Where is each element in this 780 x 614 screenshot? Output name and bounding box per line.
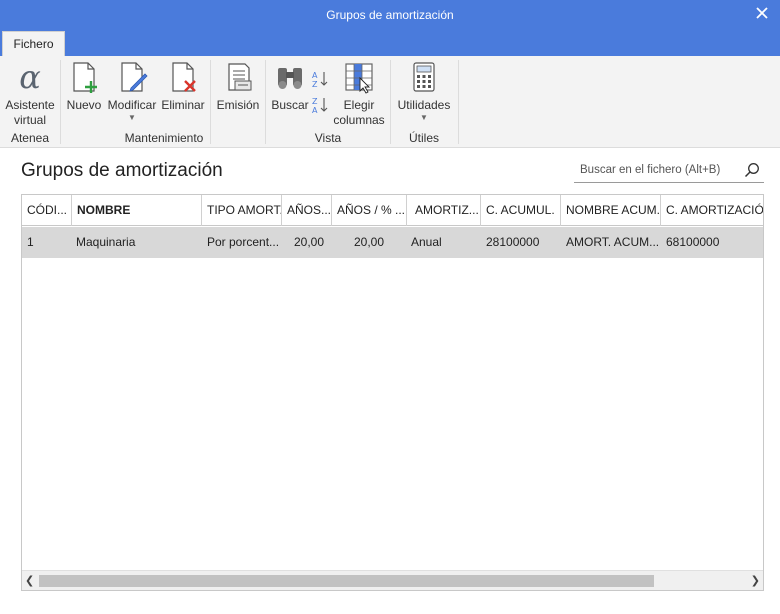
elegir-label-2: columnas [333, 113, 385, 127]
column-header-nombre[interactable]: NOMBRE [72, 195, 202, 226]
svg-text:Z: Z [312, 97, 318, 106]
group-label-atenea: Atenea [10, 131, 50, 145]
cell-nombre-acum: AMORT. ACUM... [566, 235, 660, 249]
ribbon: α Asistente virtual Atenea Nuevo Modific… [0, 56, 780, 148]
ribbon-separator [390, 60, 391, 144]
svg-text:A: A [312, 106, 318, 114]
close-icon[interactable] [754, 5, 770, 21]
modificar-label: Modificar [107, 98, 157, 112]
group-label-vista: Vista [314, 131, 342, 145]
group-label-mantenimiento: Mantenimiento [124, 131, 204, 145]
column-header-codigo[interactable]: CÓDI... [22, 195, 72, 226]
asistente-label-1: Asistente [5, 98, 55, 112]
asistente-virtual-button[interactable]: α Asistente virtual [4, 60, 56, 128]
nuevo-button[interactable]: Nuevo [66, 60, 102, 113]
chevron-down-icon: ▼ [420, 113, 428, 122]
emision-button[interactable]: Emisión [216, 60, 260, 113]
sort-descending-icon[interactable]: Z A [312, 96, 328, 114]
column-header-tipo-amort[interactable]: TIPO AMORT. [202, 195, 282, 226]
horizontal-scrollbar[interactable]: ❮ ❯ [22, 570, 763, 590]
buscar-button[interactable]: Buscar [270, 60, 310, 113]
data-grid: CÓDI... NOMBRE TIPO AMORT. AÑOS... AÑOS … [21, 194, 764, 591]
column-header-c-acumul[interactable]: C. ACUMUL. [481, 195, 561, 226]
svg-text:A: A [312, 71, 318, 80]
group-label-utiles: Útiles [408, 131, 439, 145]
ribbon-separator [60, 60, 61, 144]
tab-fichero[interactable]: Fichero [2, 31, 65, 56]
cell-anos: 20,00 [293, 235, 324, 249]
calculator-icon [413, 62, 435, 92]
grid-header: CÓDI... NOMBRE TIPO AMORT. AÑOS... AÑOS … [22, 195, 763, 226]
columns-icon [345, 63, 373, 94]
chevron-down-icon: ▼ [128, 113, 136, 122]
cell-tipo-amort: Por porcent... [207, 235, 280, 249]
modificar-button[interactable]: Modificar ▼ [106, 60, 158, 123]
sort-ascending-icon[interactable]: A Z [312, 70, 328, 88]
cell-nombre: Maquinaria [76, 235, 136, 249]
cell-anos-porcentaje: 20,00 [353, 235, 384, 249]
report-icon [228, 63, 252, 91]
eliminar-button[interactable]: Eliminar [161, 60, 205, 113]
delete-document-icon [172, 62, 196, 92]
utilidades-label: Utilidades [397, 98, 451, 112]
edit-document-icon [121, 62, 148, 92]
column-header-amortizacion[interactable]: AMORTIZ... [407, 195, 481, 226]
utilidades-button[interactable]: Utilidades ▼ [396, 60, 452, 123]
window-title: Grupos de amortización [326, 8, 454, 22]
asistente-label-2: virtual [13, 113, 46, 127]
page-title: Grupos de amortización [21, 160, 223, 181]
elegir-label-1: Elegir [343, 98, 375, 112]
scroll-left-icon[interactable]: ❮ [25, 574, 37, 588]
nuevo-label: Nuevo [66, 98, 102, 112]
search-icon[interactable] [744, 162, 760, 178]
alpha-icon: α [19, 60, 41, 94]
cell-amortizacion: Anual [411, 235, 442, 249]
column-header-nombre-acum[interactable]: NOMBRE ACUM. [561, 195, 661, 226]
svg-text:Z: Z [312, 80, 318, 88]
search-box [574, 158, 764, 183]
ribbon-separator [265, 60, 266, 144]
svg-text:α: α [19, 60, 41, 94]
cell-codigo: 1 [27, 235, 34, 249]
column-header-c-amortizacion[interactable]: C. AMORTIZACIÓN [661, 195, 763, 226]
window-titlebar: Grupos de amortización [0, 0, 780, 31]
column-header-anos-porcentaje[interactable]: AÑOS / % ... [332, 195, 407, 226]
scroll-right-icon[interactable]: ❯ [748, 574, 760, 588]
binoculars-icon [278, 68, 302, 89]
search-input[interactable] [574, 158, 734, 182]
cell-c-acumul: 28100000 [486, 235, 540, 249]
ribbon-tabstrip: Fichero [0, 31, 780, 56]
cell-c-amortizacion: 68100000 [666, 235, 720, 249]
ribbon-separator [458, 60, 459, 144]
column-header-anos[interactable]: AÑOS... [282, 195, 332, 226]
buscar-label: Buscar [271, 98, 309, 112]
eliminar-label: Eliminar [161, 98, 205, 112]
elegir-columnas-button[interactable]: Elegir columnas [332, 60, 386, 128]
emision-label: Emisión [216, 98, 260, 112]
new-document-icon [73, 62, 97, 93]
scrollbar-thumb[interactable] [39, 575, 654, 587]
table-row[interactable]: 1 Maquinaria Por porcent... 20,00 20,00 … [22, 227, 763, 258]
